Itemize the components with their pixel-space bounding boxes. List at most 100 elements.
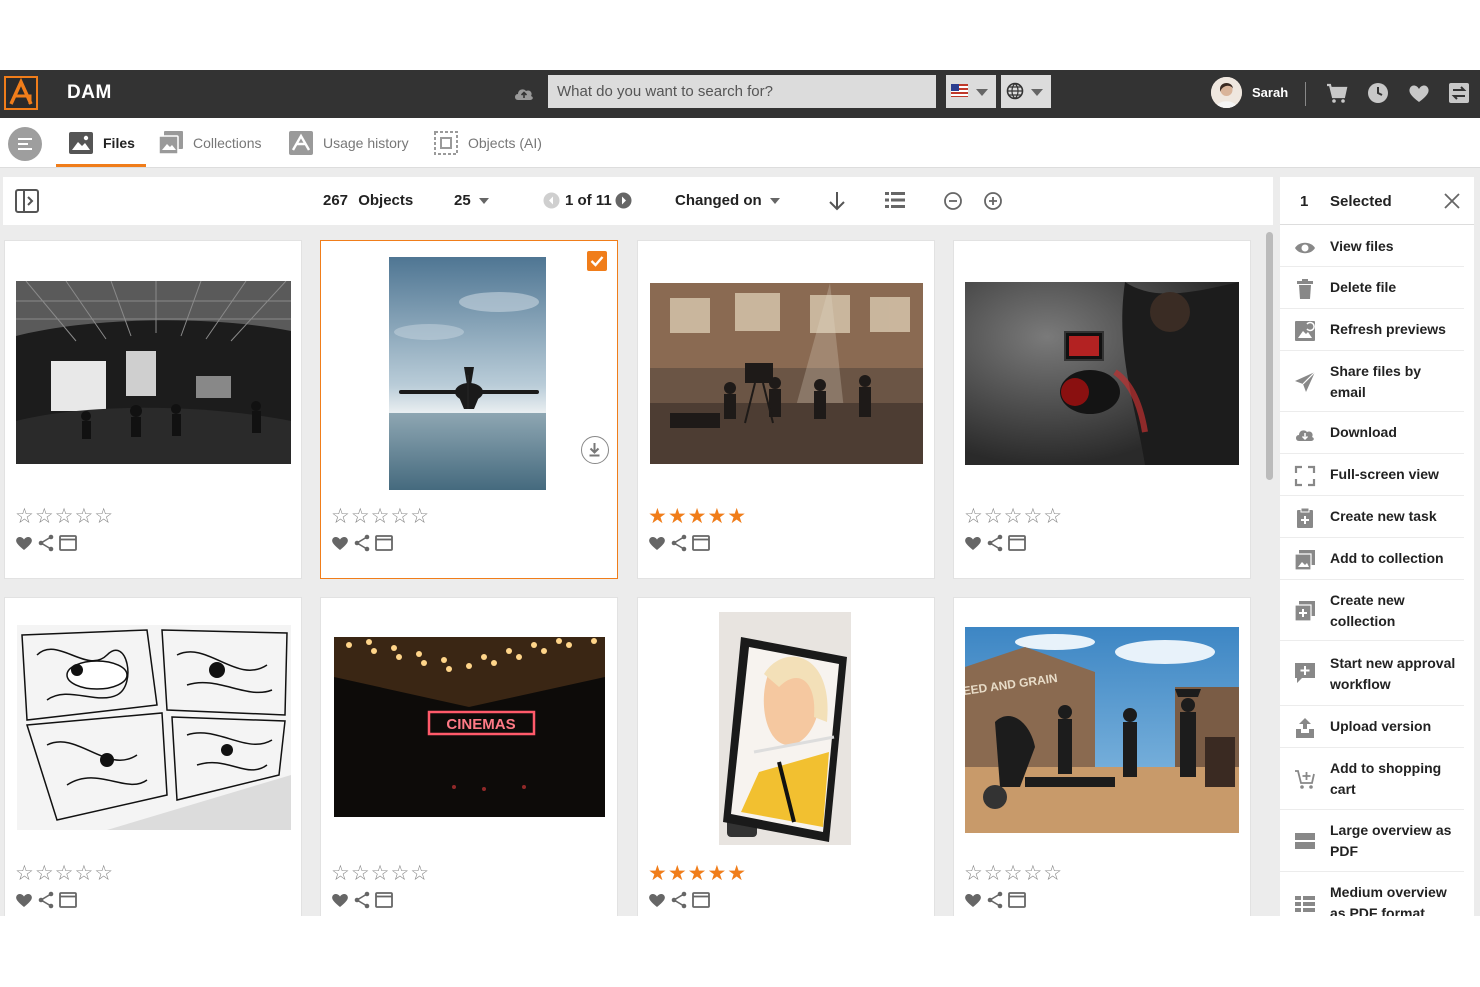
preview-window-icon[interactable] (375, 535, 393, 556)
per-page-value: 25 (454, 192, 471, 209)
share-icon[interactable] (353, 534, 371, 557)
preview-window-icon[interactable] (59, 892, 77, 913)
share-icon[interactable] (37, 534, 55, 557)
avatar[interactable] (1211, 77, 1242, 108)
thumbnail-image[interactable]: CINEMAS (334, 637, 605, 817)
next-page-icon[interactable] (615, 192, 632, 214)
cart-icon[interactable] (1325, 81, 1349, 105)
rating-stars[interactable]: ☆☆☆☆☆ (15, 861, 114, 886)
preview-window-icon[interactable] (59, 535, 77, 556)
zoom-out-icon[interactable] (943, 191, 963, 216)
panel-item-new-collection[interactable]: Create new collection (1280, 581, 1464, 641)
panel-item-shopping-cart[interactable]: Add to shopping cart (1280, 749, 1464, 810)
heart-icon[interactable] (15, 535, 33, 556)
menu-toggle-button[interactable] (8, 127, 42, 161)
rating-stars[interactable]: ★★★★★ (648, 861, 747, 886)
panel-item-upload-version[interactable]: Upload version (1280, 707, 1464, 748)
heart-icon[interactable] (648, 535, 666, 556)
thumbnail-image[interactable] (650, 283, 923, 464)
thumbnail-image[interactable] (16, 281, 291, 464)
app-logo-icon[interactable] (4, 76, 38, 110)
file-card[interactable]: FEED AND GRAIN ☆☆☆☆☆ (953, 597, 1251, 916)
panel-item-refresh-previews[interactable]: Refresh previews (1280, 310, 1464, 351)
file-card[interactable]: ☆☆☆☆☆ (320, 240, 618, 579)
panel-item-share-email[interactable]: Share files by email (1280, 352, 1464, 412)
rating-stars[interactable]: ☆☆☆☆☆ (15, 504, 114, 529)
panel-item-delete-file[interactable]: Delete file (1280, 268, 1464, 309)
thumbnail-image[interactable] (965, 282, 1239, 465)
sort-dropdown[interactable]: Changed on (675, 192, 780, 209)
share-icon[interactable] (986, 534, 1004, 557)
thumbnail-image[interactable]: FEED AND GRAIN (965, 627, 1239, 833)
share-icon[interactable] (670, 891, 688, 914)
grid-scrollbar[interactable] (1266, 232, 1273, 480)
panel-item-approval-workflow[interactable]: Start new approval workflow (1280, 642, 1464, 706)
panel-item-view-files[interactable]: View files (1280, 227, 1464, 267)
rating-stars[interactable]: ☆☆☆☆☆ (964, 861, 1063, 886)
panel-item-add-collection[interactable]: Add to collection (1280, 539, 1464, 580)
preview-window-icon[interactable] (1008, 535, 1026, 556)
us-flag-icon (951, 84, 968, 97)
panel-item-large-pdf[interactable]: Large overview as PDF (1280, 811, 1464, 872)
toggle-filter-panel-icon[interactable] (15, 189, 41, 218)
rating-stars[interactable]: ☆☆☆☆☆ (964, 504, 1063, 529)
preview-window-icon[interactable] (692, 892, 710, 913)
heart-icon[interactable] (648, 892, 666, 913)
per-page-dropdown[interactable]: 25 (454, 192, 489, 209)
clock-icon[interactable] (1366, 81, 1390, 105)
list-view-icon[interactable] (885, 191, 905, 214)
share-icon[interactable] (670, 534, 688, 557)
panel-item-label: Delete file (1330, 279, 1397, 295)
file-card[interactable]: ☆☆☆☆☆ (953, 240, 1251, 579)
share-icon[interactable] (353, 891, 371, 914)
language-dropdown[interactable] (946, 75, 996, 108)
preview-window-icon[interactable] (375, 892, 393, 913)
object-count-label: Objects (358, 192, 414, 209)
close-icon[interactable] (1442, 191, 1462, 211)
switch-view-icon[interactable] (1447, 81, 1471, 105)
file-card[interactable]: ☆☆☆☆☆ (4, 240, 302, 579)
user-name[interactable]: Sarah (1252, 85, 1288, 100)
search-input[interactable] (548, 75, 936, 108)
download-icon[interactable] (581, 436, 609, 464)
thumbnail-image[interactable] (389, 257, 546, 490)
sort-value: Changed on (675, 192, 762, 209)
prev-page-icon[interactable] (543, 192, 560, 214)
tab-files[interactable]: Files (68, 118, 135, 168)
share-icon[interactable] (986, 891, 1004, 914)
panel-item-create-task[interactable]: Create new task (1280, 497, 1464, 538)
file-card[interactable]: CINEMAS ☆☆☆☆☆ (320, 597, 618, 916)
heart-icon[interactable] (331, 892, 349, 913)
tab-objects-ai[interactable]: Objects (AI) (433, 118, 542, 168)
panel-item-label: Add to collection (1330, 550, 1444, 566)
file-card[interactable]: ★★★★★ (637, 240, 935, 579)
panel-item-download[interactable]: Download (1280, 413, 1464, 454)
preview-window-icon[interactable] (692, 535, 710, 556)
cloud-upload-icon[interactable] (512, 81, 536, 105)
heart-icon[interactable] (15, 892, 33, 913)
selected-checkbox[interactable] (587, 251, 607, 271)
heart-icon[interactable] (964, 892, 982, 913)
heart-icon[interactable] (1407, 81, 1431, 105)
heart-icon[interactable] (964, 535, 982, 556)
preview-window-icon[interactable] (1008, 892, 1026, 913)
zoom-in-icon[interactable] (983, 191, 1003, 216)
rating-stars[interactable]: ☆☆☆☆☆ (331, 504, 430, 529)
globe-icon (1006, 82, 1024, 105)
rating-stars[interactable]: ★★★★★ (648, 504, 747, 529)
panel-item-full-screen[interactable]: Full-screen view (1280, 455, 1464, 496)
tab-collections[interactable]: Collections (158, 118, 261, 168)
tab-usage-history[interactable]: Usage history (288, 118, 409, 168)
panel-item-medium-pdf[interactable]: Medium overview as PDF format (1280, 873, 1464, 916)
file-card[interactable]: ★★★★★ (637, 597, 935, 916)
sort-direction-icon[interactable] (827, 190, 847, 217)
heart-icon[interactable] (331, 535, 349, 556)
object-count: 267 Objects (323, 192, 413, 209)
thumbnail-image[interactable] (719, 612, 851, 845)
thumbnail-image[interactable] (17, 625, 291, 830)
region-dropdown[interactable] (1001, 75, 1051, 108)
top-bar: DAM Sarah (0, 70, 1480, 118)
rating-stars[interactable]: ☆☆☆☆☆ (331, 861, 430, 886)
share-icon[interactable] (37, 891, 55, 914)
file-card[interactable]: ☆☆☆☆☆ (4, 597, 302, 916)
